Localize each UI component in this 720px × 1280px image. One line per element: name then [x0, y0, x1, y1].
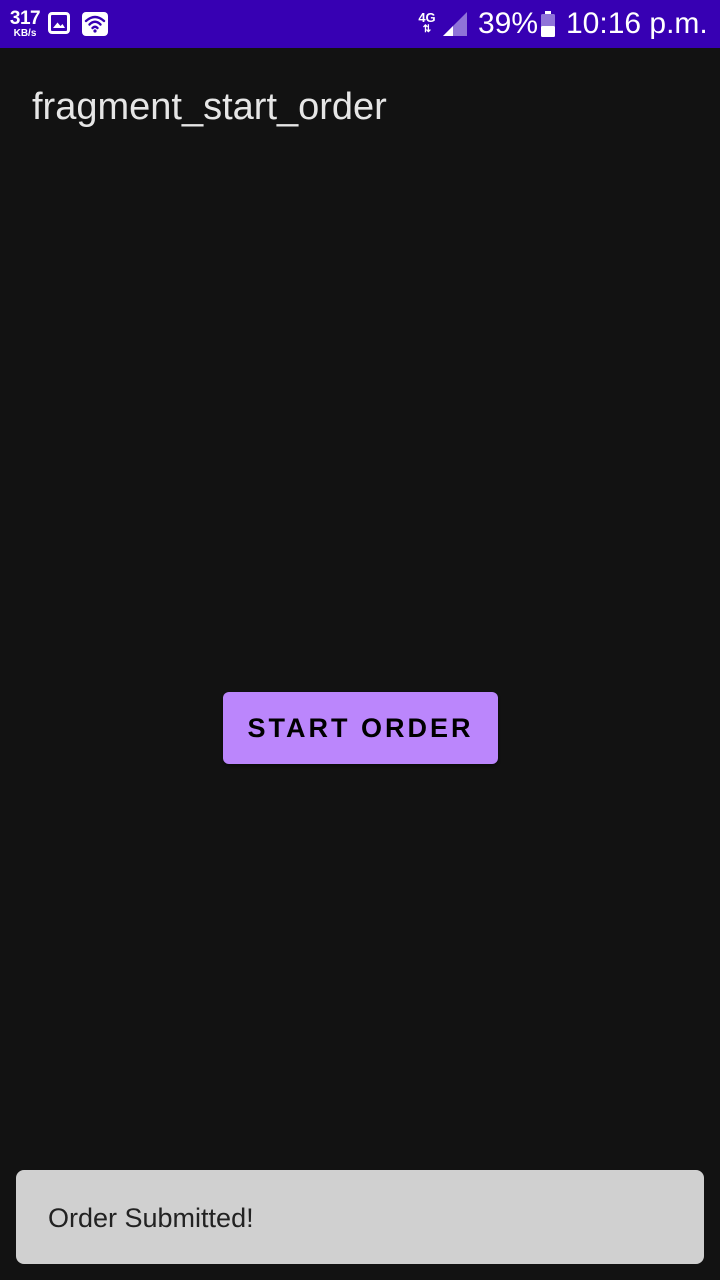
data-speed-indicator: 317 KB/s [8, 9, 42, 39]
battery-icon [540, 11, 556, 41]
page-title: fragment_start_order [32, 86, 387, 128]
network-type-label: 4G [418, 10, 436, 25]
image-icon [48, 12, 70, 38]
wifi-icon [82, 12, 108, 40]
status-clock: 10:16 p.m. [566, 7, 708, 40]
toast-text: Order Submitted! [48, 1203, 254, 1233]
data-speed-unit: KB/s [13, 28, 37, 39]
data-speed-value: 317 [9, 8, 41, 29]
signal-icon [443, 12, 469, 40]
status-bar: 317 KB/s 4G ⇅ 39% 10:16 p.m. [0, 0, 720, 48]
battery-percent: 39% [478, 7, 539, 40]
app-screen: 317 KB/s 4G ⇅ 39% 10:16 p.m. fragment_st… [0, 0, 720, 1280]
data-activity-arrows-icon: ⇅ [422, 24, 432, 35]
start-order-button[interactable]: START ORDER [223, 692, 498, 764]
toast-message: Order Submitted! [16, 1170, 704, 1264]
network-type-indicator: 4G ⇅ [416, 11, 438, 35]
